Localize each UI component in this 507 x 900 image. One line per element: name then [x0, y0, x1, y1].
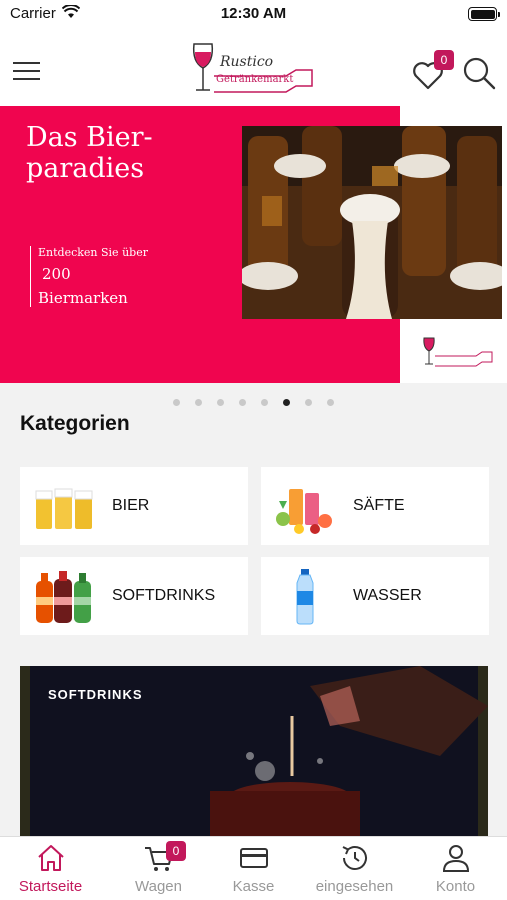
banner-mini-logo [423, 337, 493, 367]
category-label: SÄFTE [353, 497, 405, 514]
carousel-dot[interactable] [261, 399, 268, 406]
banner-subtitle-line1: Entdecken Sie über [38, 246, 148, 259]
water-bottle-icon [296, 569, 314, 625]
beer-glasses-icon [35, 488, 93, 529]
category-label: BIER [112, 497, 150, 514]
hero-banner[interactable]: Das Bier-paradies Entdecken Sie über 200… [0, 106, 507, 383]
juice-icon [276, 489, 332, 534]
tab-eingesehen[interactable]: eingesehen [304, 837, 405, 900]
carousel-pagination[interactable] [0, 399, 507, 406]
tab-kasse[interactable]: Kasse [203, 837, 304, 900]
promo-label: SOFTDRINKS [48, 687, 143, 702]
banner-title: Das Bier-paradies [26, 122, 153, 184]
tab-konto[interactable]: Konto [405, 837, 506, 900]
tab-label: Konto [435, 878, 476, 895]
wishlist-button[interactable]: 0 [412, 50, 454, 90]
battery-icon [468, 7, 500, 21]
hamburger-menu-icon[interactable] [13, 62, 40, 80]
card-icon [240, 848, 268, 868]
tab-label: eingesehen [315, 878, 394, 895]
history-icon [342, 846, 367, 870]
logo-text-rustico: Rustico [220, 54, 274, 70]
carousel-dot[interactable] [305, 399, 312, 406]
brand-logo[interactable]: Rustico Getränkemarkt [190, 40, 320, 104]
banner-subtitle-line2: 200 [42, 265, 71, 283]
category-card-wasser[interactable]: WASSER [261, 557, 489, 635]
tab-wagen[interactable]: 0 Wagen [108, 837, 209, 900]
banner-subtitle: Entdecken Sie über 200 Biermarken [30, 246, 148, 307]
category-card-bier[interactable]: BIER [20, 467, 248, 545]
tab-label: Kasse [232, 878, 275, 895]
carousel-dot[interactable] [283, 399, 290, 406]
bottom-tab-bar: Startseite 0 Wagen Kasse eingesehen Kont… [0, 836, 507, 900]
category-card-softdrinks[interactable]: SOFTDRINKS [20, 557, 248, 635]
beer-bottles-photo [242, 126, 502, 319]
tab-label: Startseite [18, 878, 83, 895]
carousel-dot[interactable] [195, 399, 202, 406]
tab-startseite[interactable]: Startseite [0, 837, 101, 900]
home-icon [38, 845, 64, 871]
tab-label: Wagen [135, 878, 182, 895]
logo-text-getraenkemarkt: Getränkemarkt [216, 74, 294, 85]
soda-bottles-icon [36, 571, 91, 623]
wishlist-count-badge: 0 [434, 50, 454, 70]
clock: 12:30 AM [220, 5, 287, 22]
carousel-dot[interactable] [327, 399, 334, 406]
search-icon[interactable] [462, 56, 496, 90]
banner-subtitle-line3: Biermarken [38, 289, 128, 307]
user-icon [442, 845, 470, 872]
categories-heading: Kategorien [20, 412, 130, 435]
category-label: SOFTDRINKS [112, 587, 216, 604]
promo-card-softdrinks[interactable]: SOFTDRINKS [20, 666, 488, 836]
category-label: WASSER [353, 587, 422, 604]
status-bar: Carrier 12:30 AM [0, 0, 507, 34]
carousel-dot[interactable] [217, 399, 224, 406]
carousel-dot[interactable] [239, 399, 246, 406]
carousel-dot[interactable] [173, 399, 180, 406]
cart-count-badge: 0 [166, 841, 186, 861]
app-header: Rustico Getränkemarkt 0 [0, 34, 507, 106]
category-card-saefte[interactable]: SÄFTE [261, 467, 489, 545]
